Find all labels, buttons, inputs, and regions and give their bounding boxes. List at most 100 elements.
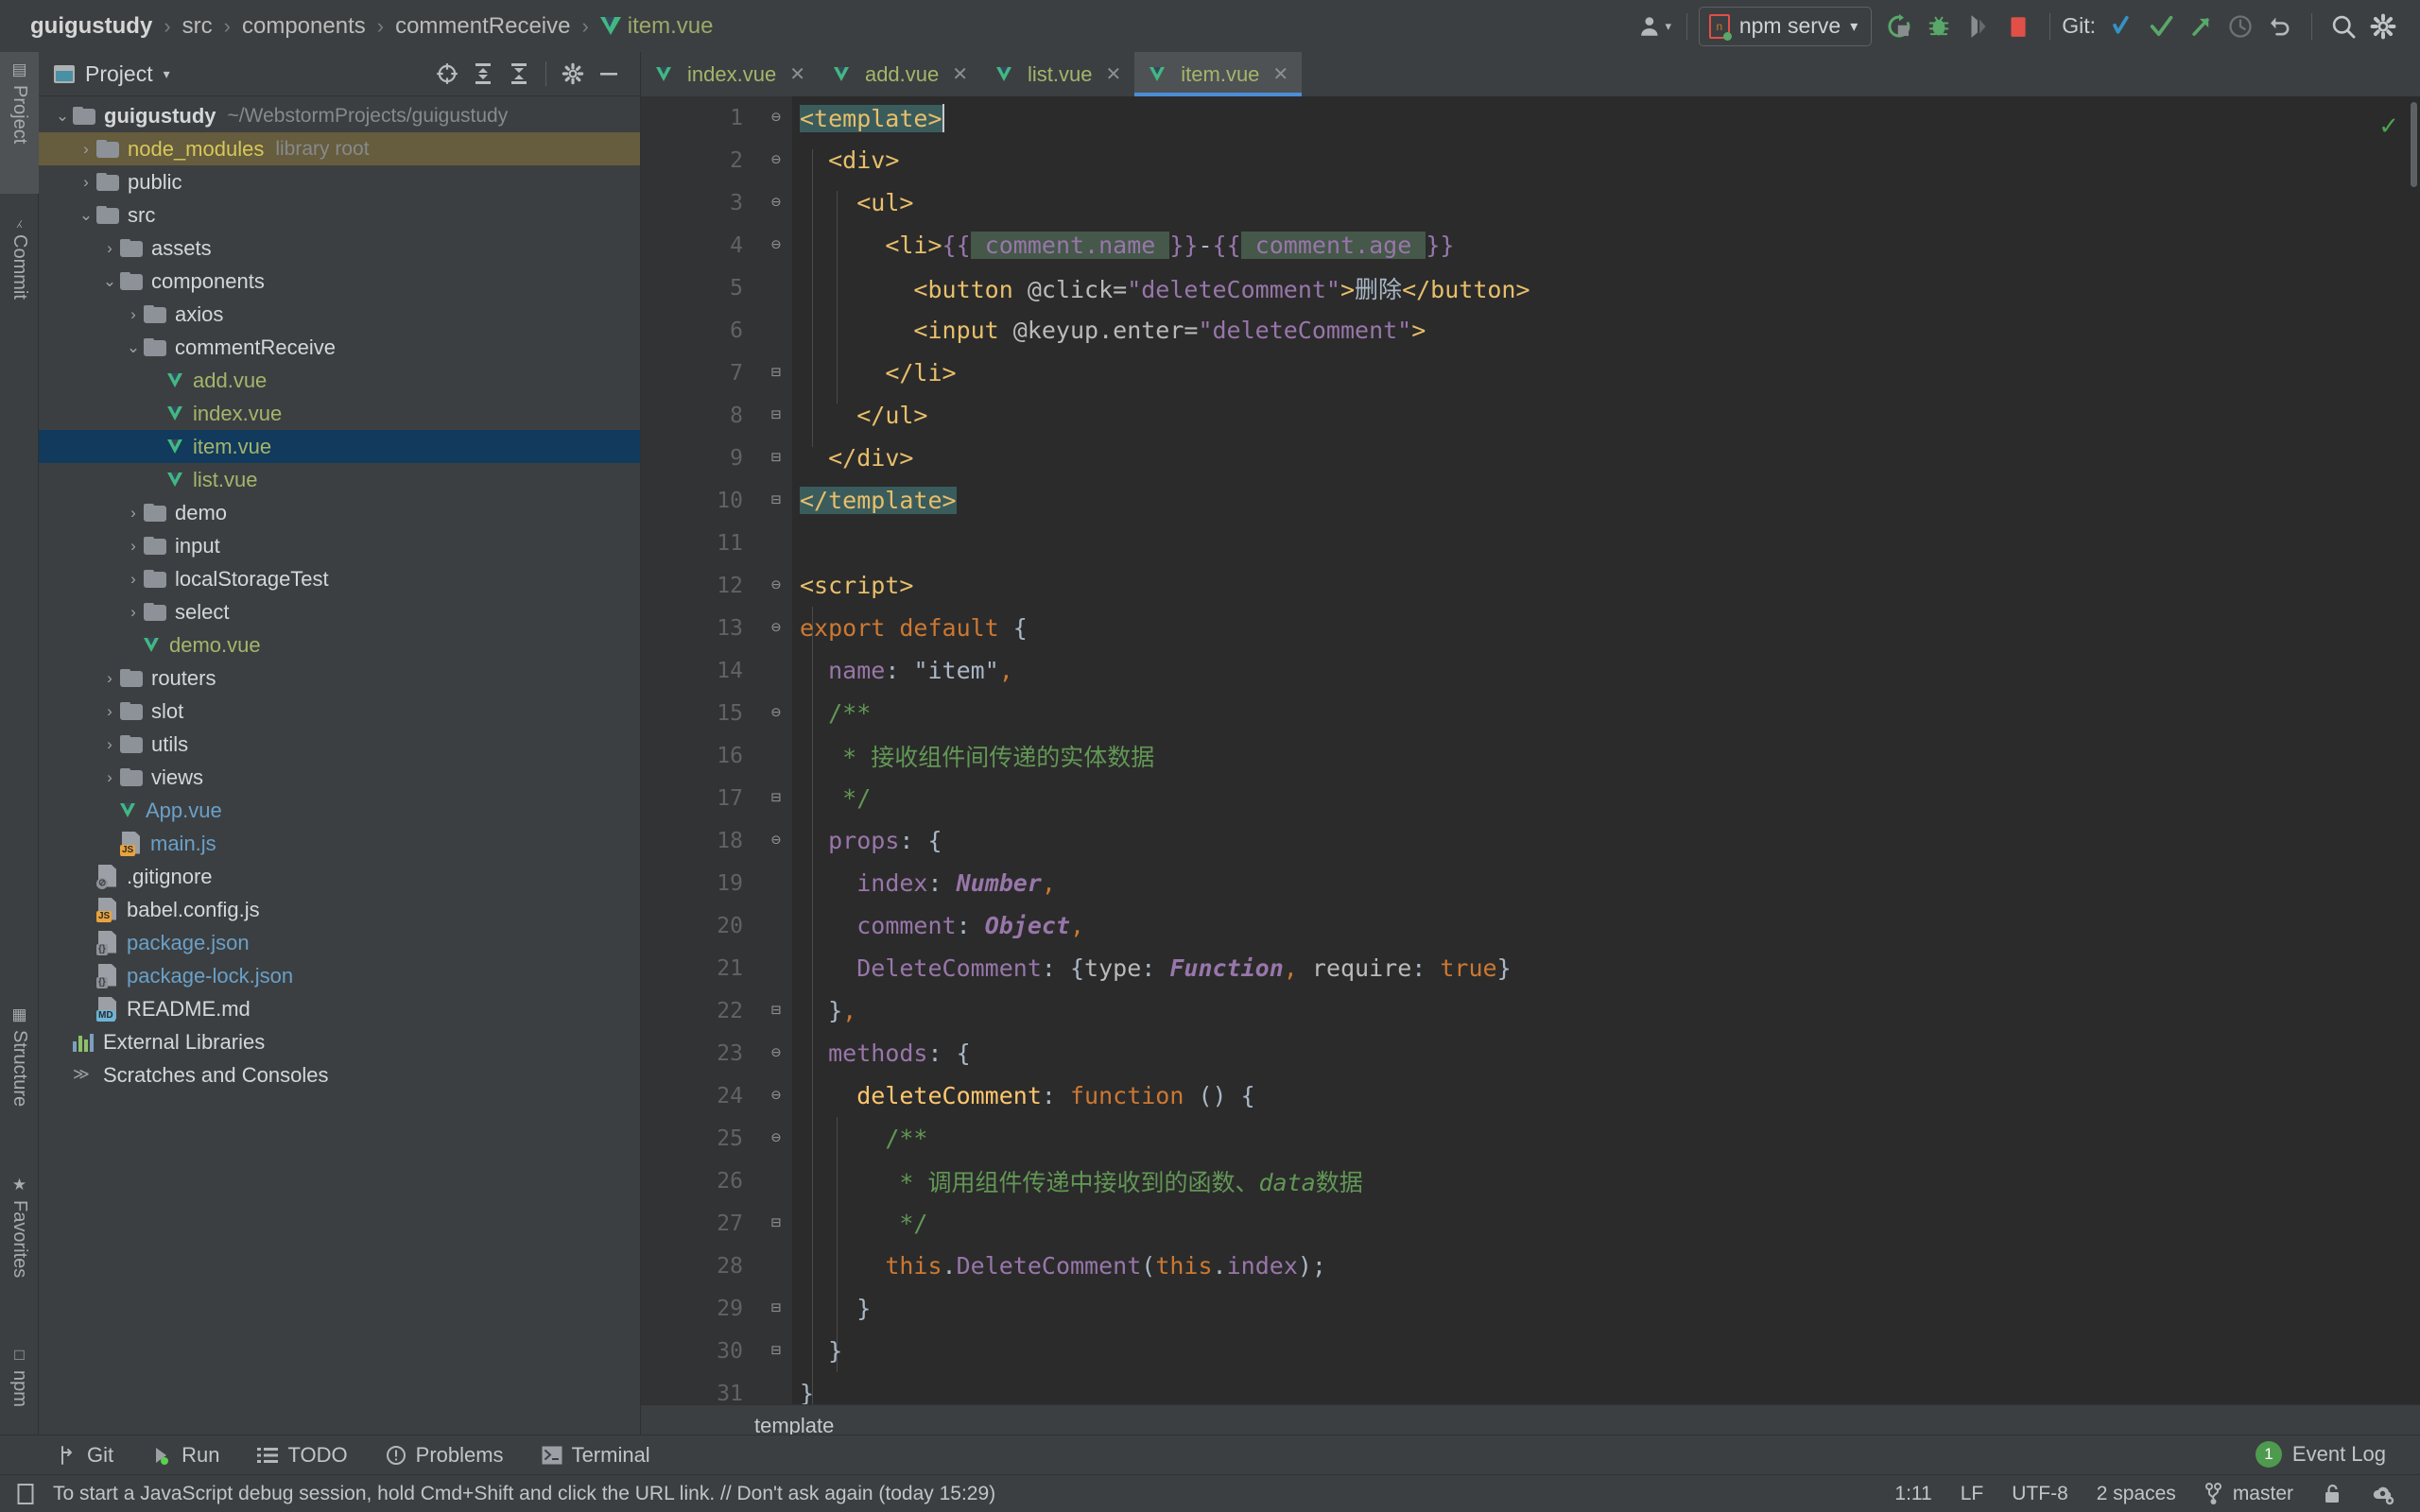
editor-tab-list-vue[interactable]: list.vue ✕ <box>981 52 1134 96</box>
code-line[interactable]: 11 <box>641 522 2420 564</box>
sidebar-item-commit[interactable]: ⁁ Commit <box>0 201 39 348</box>
tree-expand-arrow-icon[interactable]: ⌄ <box>76 206 96 225</box>
tree-item-add-vue[interactable]: add.vue <box>39 364 640 397</box>
settings-gear-icon[interactable] <box>2363 7 2403 46</box>
caret-position[interactable]: 1:11 <box>1894 1483 1931 1505</box>
tree-item-scratches-and-consoles[interactable]: ≫ Scratches and Consoles <box>39 1058 640 1091</box>
fold-marker-icon[interactable]: ⊖ <box>767 1088 786 1104</box>
select-opened-file-icon[interactable] <box>429 56 465 92</box>
code-line[interactable]: 15 ⊖ /** <box>641 692 2420 734</box>
code-lines-container[interactable]: 1 ⊖ <template> 2 ⊖ <div> 3 ⊖ <ul> 4 ⊖ <li>{{ com… <box>641 96 2420 1404</box>
breadcrumb-item-src[interactable]: src <box>182 13 213 40</box>
tree-expand-arrow-icon[interactable]: ⌄ <box>99 272 120 291</box>
fold-marker-icon[interactable]: ⊟ <box>767 492 786 508</box>
tree-item-babel-config-js[interactable]: JS babel.config.js <box>39 893 640 926</box>
tree-item-app-vue[interactable]: App.vue <box>39 794 640 827</box>
event-log-button[interactable]: 1 Event Log <box>2255 1435 2386 1474</box>
fold-marker-icon[interactable]: ⊖ <box>767 237 786 253</box>
fold-marker-icon[interactable]: ⊟ <box>767 450 786 466</box>
tree-expand-arrow-icon[interactable]: › <box>123 570 144 589</box>
sidebar-item-structure[interactable]: ▦ Structure <box>0 997 39 1162</box>
fold-marker-icon[interactable]: ⊖ <box>767 705 786 721</box>
tree-expand-arrow-icon[interactable]: › <box>99 768 120 787</box>
tree-item-localstoragetest[interactable]: › localStorageTest <box>39 562 640 595</box>
tree-expand-arrow-icon[interactable]: › <box>99 702 120 721</box>
sidebar-item-project[interactable]: ▤ Project <box>0 52 39 194</box>
tree-item-demo-vue[interactable]: demo.vue <box>39 628 640 662</box>
code-line[interactable]: 26 * 调用组件传递中接收到的函数、data数据 <box>641 1160 2420 1202</box>
bottom-tab-run[interactable]: Run <box>151 1443 219 1468</box>
code-line[interactable]: 2 ⊖ <div> <box>641 139 2420 181</box>
breadcrumb-item-components[interactable]: components <box>242 13 366 40</box>
tree-item-list-vue[interactable]: list.vue <box>39 463 640 496</box>
code-line[interactable]: 24 ⊖ deleteComment: function () { <box>641 1074 2420 1117</box>
tree-item-guigustudy[interactable]: ⌄ guigustudy ~/WebstormProjects/guigustudy <box>39 99 640 132</box>
cloud-settings-icon[interactable] <box>2371 1483 2395 1505</box>
fold-marker-icon[interactable]: ⊟ <box>767 407 786 423</box>
tree-item-gitignore[interactable]: ⊘ .gitignore <box>39 860 640 893</box>
fold-marker-icon[interactable]: ⊟ <box>767 1215 786 1231</box>
code-line[interactable]: 7 ⊟ </li> <box>641 352 2420 394</box>
close-icon[interactable]: ✕ <box>1272 62 1288 86</box>
code-line[interactable]: 4 ⊖ <li>{{ comment.name }}-{{ comment.age… <box>641 224 2420 266</box>
undo-icon[interactable] <box>2260 7 2300 46</box>
fold-marker-icon[interactable]: ⊖ <box>767 833 786 849</box>
fold-marker-icon[interactable]: ⊖ <box>767 620 786 636</box>
tree-item-components[interactable]: ⌄ components <box>39 265 640 298</box>
tree-item-select[interactable]: › select <box>39 595 640 628</box>
fold-marker-icon[interactable]: ⊖ <box>767 152 786 168</box>
code-line[interactable]: 29 ⊟ } <box>641 1287 2420 1330</box>
tree-expand-arrow-icon[interactable]: › <box>123 305 144 324</box>
close-icon[interactable]: ✕ <box>789 62 805 86</box>
code-line[interactable]: 5 <button @click="deleteComment">删除</but… <box>641 266 2420 309</box>
tree-expand-arrow-icon[interactable]: ⌄ <box>52 107 73 126</box>
fold-marker-icon[interactable]: ⊖ <box>767 110 786 126</box>
panel-settings-gear-icon[interactable] <box>555 56 591 92</box>
hide-panel-icon[interactable] <box>591 56 627 92</box>
tree-item-utils[interactable]: › utils <box>39 728 640 761</box>
expand-all-icon[interactable] <box>465 56 501 92</box>
code-line[interactable]: 17 ⊟ */ <box>641 777 2420 819</box>
close-icon[interactable]: ✕ <box>952 62 968 86</box>
code-line[interactable]: 14 name: "item", <box>641 649 2420 692</box>
bottom-tab-todo[interactable]: TODO <box>257 1443 348 1468</box>
code-line[interactable]: 13 ⊖ export default { <box>641 607 2420 649</box>
tree-item-package-lock-json[interactable]: {} package-lock.json <box>39 959 640 992</box>
sidebar-item-favorites[interactable]: ★ Favorites <box>0 1167 39 1332</box>
code-line[interactable]: 6 <input @keyup.enter="deleteComment"> <box>641 309 2420 352</box>
git-branch-widget[interactable]: master <box>2204 1482 2293 1505</box>
breadcrumb-item-commentreceive[interactable]: commentReceive <box>395 13 570 40</box>
code-editor[interactable]: 1 ⊖ <template> 2 ⊖ <div> 3 ⊖ <ul> 4 ⊖ <li>{{ com… <box>641 96 2420 1404</box>
code-line[interactable]: 19 index: Number, <box>641 862 2420 904</box>
code-line[interactable]: 16 * 接收组件间传递的实体数据 <box>641 734 2420 777</box>
fold-marker-icon[interactable]: ⊖ <box>767 1130 786 1146</box>
breadcrumb-item-item-vue[interactable]: item.vue <box>628 13 714 40</box>
fold-marker-icon[interactable]: ⊟ <box>767 1300 786 1316</box>
tree-expand-arrow-icon[interactable]: › <box>76 140 96 159</box>
tree-item-public[interactable]: › public <box>39 165 640 198</box>
indent-setting[interactable]: 2 spaces <box>2097 1483 2176 1505</box>
code-line[interactable]: 20 comment: Object, <box>641 904 2420 947</box>
tree-item-commentreceive[interactable]: ⌄ commentReceive <box>39 331 640 364</box>
breadcrumb-item-guigustudy[interactable]: guigustudy <box>30 13 152 40</box>
fold-marker-icon[interactable]: ⊖ <box>767 195 786 211</box>
tree-item-demo[interactable]: › demo <box>39 496 640 529</box>
tree-expand-arrow-icon[interactable]: › <box>123 603 144 622</box>
editor-tab-add-vue[interactable]: add.vue ✕ <box>819 52 981 96</box>
tree-item-package-json[interactable]: {} package.json <box>39 926 640 959</box>
tree-item-external-libraries[interactable]: External Libraries <box>39 1025 640 1058</box>
fold-marker-icon[interactable]: ⊖ <box>767 577 786 593</box>
tree-expand-arrow-icon[interactable]: › <box>76 173 96 192</box>
code-line[interactable]: 25 ⊖ /** <box>641 1117 2420 1160</box>
run-configuration-selector[interactable]: n npm serve ▾ <box>1698 6 1873 46</box>
tree-item-index-vue[interactable]: index.vue <box>39 397 640 430</box>
code-line[interactable]: 31} <box>641 1372 2420 1404</box>
close-icon[interactable]: ✕ <box>1106 62 1122 86</box>
fold-marker-icon[interactable]: ⊟ <box>767 790 786 806</box>
file-encoding[interactable]: UTF-8 <box>2012 1483 2068 1505</box>
line-separator[interactable]: LF <box>1961 1483 1984 1505</box>
tree-expand-arrow-icon[interactable]: › <box>99 735 120 754</box>
project-tree[interactable]: ⌄ guigustudy ~/WebstormProjects/guigustudy… <box>39 96 640 1446</box>
code-line[interactable]: 18 ⊖ props: { <box>641 819 2420 862</box>
lock-open-icon[interactable] <box>2322 1483 2342 1505</box>
